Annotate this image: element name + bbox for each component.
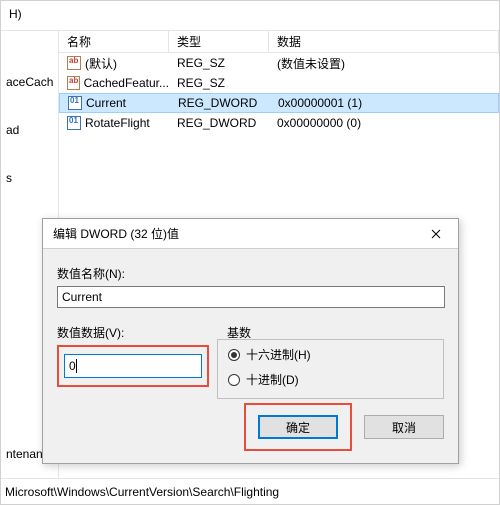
- radio-icon: [228, 349, 240, 361]
- list-row[interactable]: Current REG_DWORD 0x00000001 (1): [59, 93, 499, 113]
- edit-dword-dialog: 编辑 DWORD (32 位)值 数值名称(N): Current 数值数据(V…: [42, 218, 459, 464]
- ok-button[interactable]: 确定: [258, 415, 338, 439]
- list-header: 名称 类型 数据: [59, 31, 499, 53]
- ok-highlight: 确定: [244, 403, 352, 451]
- close-button[interactable]: [414, 219, 458, 249]
- tree-item[interactable]: s: [3, 167, 58, 189]
- value-type: REG_SZ: [169, 56, 269, 70]
- value-name: Current: [86, 96, 126, 110]
- value-label: 数值数据(V):: [57, 324, 217, 341]
- close-icon: [431, 229, 441, 239]
- radio-icon: [228, 374, 240, 386]
- value-type: REG_SZ: [169, 76, 269, 90]
- radio-dec[interactable]: 十进制(D): [228, 371, 433, 388]
- reg-sz-icon: [67, 56, 81, 70]
- list-row[interactable]: RotateFlight REG_DWORD 0x00000000 (0): [59, 113, 499, 133]
- col-header-data[interactable]: 数据: [269, 31, 499, 52]
- text-caret: [76, 359, 77, 373]
- reg-dword-icon: [68, 96, 82, 110]
- radio-hex[interactable]: 十六进制(H): [228, 346, 433, 363]
- radio-dec-label: 十进制(D): [246, 371, 299, 388]
- tree-item[interactable]: aceCach: [3, 71, 58, 93]
- radix-group: 十六进制(H) 十进制(D): [217, 339, 444, 399]
- col-header-name[interactable]: 名称: [59, 31, 169, 52]
- cancel-button-label: 取消: [392, 419, 416, 436]
- value-type: REG_DWORD: [169, 116, 269, 130]
- value-data: 0x00000000 (0): [269, 116, 499, 130]
- menu-item[interactable]: H): [9, 7, 22, 21]
- list-row[interactable]: CachedFeatur... REG_SZ: [59, 73, 499, 93]
- status-path: Microsoft\Windows\CurrentVersion\Search\…: [5, 485, 279, 499]
- tree-item[interactable]: ad: [3, 119, 58, 141]
- dialog-titlebar: 编辑 DWORD (32 位)值: [43, 219, 458, 249]
- value-data-text: 0: [69, 359, 76, 373]
- value-data: 0x00000001 (1): [270, 96, 498, 110]
- value-data: (数值未设置): [269, 55, 499, 72]
- ok-button-label: 确定: [286, 419, 310, 436]
- value-name: RotateFlight: [85, 116, 150, 130]
- cancel-button[interactable]: 取消: [364, 415, 444, 439]
- value-type: REG_DWORD: [170, 96, 270, 110]
- status-bar: Microsoft\Windows\CurrentVersion\Search\…: [1, 478, 499, 504]
- dialog-buttons: 确定 取消: [43, 403, 444, 451]
- value-name: CachedFeatur...: [84, 76, 169, 90]
- name-label: 数值名称(N):: [57, 265, 444, 282]
- reg-dword-icon: [67, 116, 81, 130]
- dialog-body: 数值名称(N): Current 数值数据(V): 0 基数 十六进制(H): [43, 249, 458, 409]
- value-data-input[interactable]: 0: [64, 354, 202, 378]
- value-input-highlight: 0: [57, 345, 209, 387]
- menu-bar: H): [1, 1, 499, 31]
- radio-hex-label: 十六进制(H): [246, 346, 311, 363]
- list-row[interactable]: (默认) REG_SZ (数值未设置): [59, 53, 499, 73]
- value-name: (默认): [85, 55, 117, 72]
- name-field-value: Current: [62, 290, 102, 304]
- dialog-title-text: 编辑 DWORD (32 位)值: [53, 225, 179, 242]
- name-field[interactable]: Current: [57, 286, 445, 308]
- reg-sz-icon: [67, 76, 80, 90]
- col-header-type[interactable]: 类型: [169, 31, 269, 52]
